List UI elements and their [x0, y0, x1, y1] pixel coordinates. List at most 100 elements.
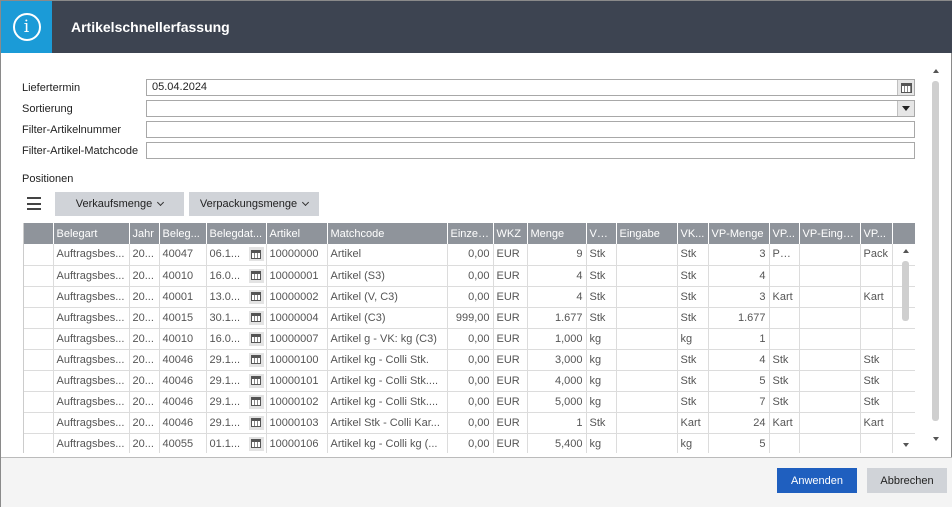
cell-eingabe[interactable] — [616, 307, 678, 329]
cell-eingabe[interactable] — [616, 391, 678, 413]
cell-vk-einheit-2: Stk — [677, 286, 709, 308]
cell-vp-eingabe[interactable] — [799, 349, 861, 371]
row-calendar-button[interactable] — [248, 310, 264, 325]
cell-eingabe[interactable] — [616, 412, 678, 434]
cell-jahr: 20... — [129, 349, 160, 371]
column-header-vp-einheit[interactable]: VP... — [769, 223, 800, 244]
scroll-down-arrow-icon[interactable] — [903, 443, 909, 447]
cell-vp-eingabe[interactable] — [799, 286, 861, 308]
table-row[interactable]: Auftragsbes... 20... 40046 29.1... 10000101 A… — [24, 370, 915, 392]
cell-belegdatum-value: 30.1... — [209, 311, 241, 324]
table-row[interactable]: Auftragsbes... 20... 40015 30.1... 10000004 A… — [24, 307, 915, 329]
cell-vk-einheit: Stk — [586, 244, 617, 266]
dialog-scroll-thumb[interactable] — [932, 81, 939, 421]
column-header-einzelpreis[interactable]: Einzel... — [447, 223, 494, 244]
cancel-button[interactable]: Abbrechen — [867, 468, 947, 493]
table-row[interactable]: Auftragsbes... 20... 40055 01.1... 10000106 A… — [24, 433, 915, 453]
row-calendar-button[interactable] — [248, 373, 264, 388]
cell-belegdatum-value: 13.0... — [209, 290, 241, 303]
column-header-jahr[interactable]: Jahr — [129, 223, 160, 244]
cell-vk-einheit: Stk — [586, 412, 617, 434]
sortierung-dropdown-button[interactable] — [897, 101, 914, 116]
cell-vp-eingabe[interactable] — [799, 391, 861, 413]
table-row[interactable]: Auftragsbes... 20... 40046 29.1... 10000102 A… — [24, 391, 915, 413]
verpackungsmenge-button[interactable]: Verpackungsmenge — [189, 192, 319, 216]
cell-vp-menge: 3 — [708, 286, 770, 308]
cell-eingabe[interactable] — [616, 286, 678, 308]
grid-vertical-scrollbar[interactable] — [899, 245, 913, 451]
sortierung-select[interactable] — [146, 100, 915, 117]
cell-vk-einheit-2: Stk — [677, 244, 709, 266]
column-header-wkz[interactable]: WKZ — [493, 223, 528, 244]
table-row[interactable]: Auftragsbes... 20... 40046 29.1... 10000103 A… — [24, 412, 915, 434]
cell-vk-einheit: kg — [586, 370, 617, 392]
cell-vp-eingabe[interactable] — [799, 244, 861, 266]
cell-eingabe[interactable] — [616, 349, 678, 371]
cell-vp-eingabe[interactable] — [799, 265, 861, 287]
cell-vk-einheit: Stk — [586, 265, 617, 287]
cell-beleg: 40046 — [159, 412, 207, 434]
cell-vp-eingabe[interactable] — [799, 433, 861, 453]
row-calendar-button[interactable] — [248, 352, 264, 367]
cell-menge: 5,000 — [527, 391, 587, 413]
row-calendar-button[interactable] — [248, 436, 264, 451]
column-header-vp-einheit-2[interactable]: VP... — [860, 223, 893, 244]
row-calendar-button[interactable] — [248, 415, 264, 430]
row-calendar-button[interactable] — [248, 331, 264, 346]
table-row[interactable]: Auftragsbes... 20... 40010 16.0... 10000001 A… — [24, 265, 915, 287]
cell-vp-eingabe[interactable] — [799, 328, 861, 350]
column-header-eingabe[interactable]: Eingabe — [616, 223, 678, 244]
scroll-up-arrow-icon[interactable] — [933, 69, 939, 73]
info-icon: i — [12, 13, 41, 41]
row-calendar-button[interactable] — [248, 289, 264, 304]
cell-eingabe[interactable] — [616, 328, 678, 350]
verkaufsmenge-button[interactable]: Verkaufsmenge — [55, 192, 184, 216]
cell-vp-einheit-2 — [860, 307, 893, 329]
table-row[interactable]: Auftragsbes... 20... 40046 29.1... 10000100 A… — [24, 349, 915, 371]
cell-matchcode: Artikel g - VK: kg (C3) — [327, 328, 448, 350]
column-header-vp-menge[interactable]: VP-Menge — [708, 223, 770, 244]
cell-vp-eingabe[interactable] — [799, 370, 861, 392]
column-header-select[interactable] — [24, 223, 54, 244]
cell-artikel: 10000100 — [266, 349, 328, 371]
column-header-vk-einheit-2[interactable]: VK... — [677, 223, 709, 244]
column-header-beleg[interactable]: Beleg... — [159, 223, 207, 244]
column-header-vp-eingabe[interactable]: VP-Einga... — [799, 223, 861, 244]
cell-einzelpreis: 0,00 — [447, 412, 494, 434]
calendar-icon — [251, 313, 261, 322]
cell-belegart: Auftragsbes... — [53, 433, 130, 453]
table-row[interactable]: Auftragsbes... 20... 40001 13.0... 10000002 A… — [24, 286, 915, 308]
column-header-belegart[interactable]: Belegart — [53, 223, 130, 244]
table-row[interactable]: Auftragsbes... 20... 40047 06.1... 10000000 A… — [24, 244, 915, 266]
cell-eingabe[interactable] — [616, 433, 678, 453]
cell-menge: 1,000 — [527, 328, 587, 350]
scroll-down-arrow-icon[interactable] — [933, 437, 939, 441]
column-header-menge[interactable]: Menge — [527, 223, 587, 244]
cell-belegdatum: 06.1... — [206, 244, 267, 266]
cell-eingabe[interactable] — [616, 370, 678, 392]
grid-scroll-thumb[interactable] — [902, 261, 909, 321]
column-header-vk-einheit[interactable]: VK... — [586, 223, 617, 244]
column-header-artikel[interactable]: Artikel — [266, 223, 328, 244]
dialog-vertical-scrollbar[interactable] — [929, 65, 943, 449]
cell-vp-eingabe[interactable] — [799, 307, 861, 329]
column-header-matchcode[interactable]: Matchcode — [327, 223, 448, 244]
filter-artikelnummer-input[interactable] — [146, 121, 915, 138]
cell-eingabe[interactable] — [616, 244, 678, 266]
cell-vp-menge: 4 — [708, 265, 770, 287]
menu-icon[interactable] — [27, 197, 41, 210]
filter-matchcode-input[interactable] — [146, 142, 915, 159]
cell-menge: 3,000 — [527, 349, 587, 371]
row-calendar-button[interactable] — [248, 268, 264, 283]
apply-button[interactable]: Anwenden — [777, 468, 857, 493]
cell-vp-eingabe[interactable] — [799, 412, 861, 434]
table-row[interactable]: Auftragsbes... 20... 40010 16.0... 10000007 A… — [24, 328, 915, 350]
liefertermin-calendar-button[interactable] — [897, 80, 914, 95]
liefertermin-field[interactable]: 05.04.2024 — [146, 79, 915, 96]
scroll-up-arrow-icon[interactable] — [903, 249, 909, 253]
row-calendar-button[interactable] — [248, 394, 264, 409]
row-calendar-button[interactable] — [248, 247, 264, 261]
cell-eingabe[interactable] — [616, 265, 678, 287]
column-header-belegdatum[interactable]: Belegdat... — [206, 223, 267, 244]
cell-belegdatum-value: 29.1... — [209, 395, 241, 408]
